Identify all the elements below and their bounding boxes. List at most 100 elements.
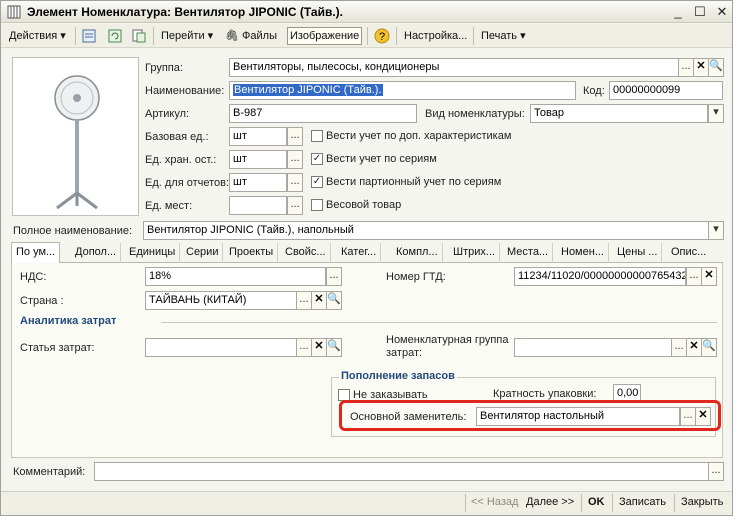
bottom-separator (674, 494, 675, 512)
cost-item-open-icon[interactable]: 🔍 (326, 338, 342, 357)
bottom-separator (612, 494, 613, 512)
back-button[interactable]: << Назад (471, 496, 518, 508)
base-unit-select-button[interactable]: ... (287, 127, 303, 146)
vat-label: НДС: (20, 271, 47, 283)
group-field[interactable]: Вентиляторы, пылесосы, кондиционеры (229, 58, 679, 77)
storage-unit-field[interactable]: шт (229, 150, 287, 169)
group-clear-icon[interactable]: ✕ (693, 58, 709, 77)
country-field[interactable]: ТАЙВАНЬ (КИТАЙ) (145, 291, 297, 310)
replacement-field[interactable]: Вентилятор настольный (476, 407, 680, 426)
tab-properties[interactable]: Свойс... (281, 243, 331, 263)
places-unit-field[interactable] (229, 196, 287, 215)
weight-checkbox[interactable] (311, 199, 323, 211)
nom-group-select-button[interactable]: ... (671, 338, 687, 357)
tab-barcodes[interactable]: Штрих... (449, 243, 501, 263)
full-name-dropdown-icon[interactable]: ▾ (708, 221, 724, 240)
name-label: Наименование: (145, 85, 225, 97)
tab-default[interactable]: По ум... (11, 242, 61, 264)
base-unit-field[interactable]: шт (229, 127, 287, 146)
product-image[interactable] (12, 57, 139, 216)
paperclip-icon: 🖇 (225, 30, 239, 42)
country-label: Страна : (20, 295, 64, 307)
report-unit-label: Ед. для отчетов: (145, 177, 230, 189)
name-value: Вентилятор JIPONIC (Тайв.). (233, 84, 383, 96)
cost-item-select-button[interactable]: ... (296, 338, 312, 357)
nom-group-open-icon[interactable]: 🔍 (701, 338, 717, 357)
close-button[interactable]: Закрыть (681, 496, 723, 508)
maximize-icon[interactable]: ☐ (689, 3, 711, 21)
country-select-button[interactable]: ... (296, 291, 312, 310)
country-open-icon[interactable]: 🔍 (326, 291, 342, 310)
comment-select-button[interactable]: ... (708, 462, 724, 481)
extra-chars-checkbox[interactable] (311, 130, 323, 142)
article-label: Артикул: (145, 108, 190, 120)
gtd-field[interactable]: 11234/11020/00000000000765432 (514, 267, 686, 286)
minimize-icon[interactable]: _ (667, 3, 689, 21)
extra-chars-label: Вести учет по доп. характеристикам (326, 130, 512, 142)
storage-unit-select-button[interactable]: ... (287, 150, 303, 169)
goto-menu[interactable]: Перейти ▾ (159, 27, 215, 45)
comment-field[interactable] (94, 462, 709, 481)
group-label: Группа: (145, 62, 183, 74)
full-name-field[interactable]: Вентилятор JIPONIC (Тайв.), напольный (143, 221, 709, 240)
vat-field[interactable]: 18% (145, 267, 326, 286)
tab-prices[interactable]: Цены ... (613, 243, 663, 263)
cost-item-field[interactable] (145, 338, 297, 357)
tab-kits[interactable]: Компл... (392, 243, 443, 263)
kind-field[interactable]: Товар (530, 104, 708, 123)
kind-dropdown-icon[interactable]: ▾ (708, 104, 724, 123)
next-button[interactable]: Далее >> (526, 496, 574, 508)
close-icon[interactable]: ✕ (711, 3, 733, 21)
pack-label: Кратность упаковки: (493, 388, 597, 400)
group-open-icon[interactable]: 🔍 (708, 58, 724, 77)
group-select-button[interactable]: ... (678, 58, 694, 77)
vat-select-button[interactable]: ... (326, 267, 342, 286)
places-unit-label: Ед. мест: (145, 200, 193, 212)
ok-button[interactable]: OK (588, 496, 605, 508)
nom-group-clear-icon[interactable]: ✕ (686, 338, 702, 357)
save-button[interactable]: Записать (619, 496, 666, 508)
image-button[interactable]: Изображение (287, 27, 363, 45)
report-unit-select-button[interactable]: ... (287, 173, 303, 192)
help-icon[interactable]: ? (374, 28, 390, 44)
gtd-select-button[interactable]: ... (686, 267, 702, 286)
actions-menu[interactable]: Действия ▾ (7, 27, 68, 45)
tab-series[interactable]: Серии (182, 243, 224, 263)
name-field[interactable]: Вентилятор JIPONIC (Тайв.). (229, 81, 576, 100)
tab-places[interactable]: Места... (503, 243, 554, 263)
gtd-clear-icon[interactable]: ✕ (701, 267, 717, 286)
bottom-separator (465, 494, 466, 512)
replacement-label: Основной заменитель: (350, 411, 467, 423)
replacement-select-button[interactable]: ... (680, 407, 696, 426)
country-clear-icon[interactable]: ✕ (311, 291, 327, 310)
catalog-icon (7, 5, 21, 19)
report-unit-field[interactable]: шт (229, 173, 287, 192)
batch-series-checkbox[interactable]: ✓ (311, 176, 323, 188)
tab-description[interactable]: Опис... (667, 243, 710, 263)
cost-item-clear-icon[interactable]: ✕ (311, 338, 327, 357)
tab-nomenclature[interactable]: Номен... (557, 243, 609, 263)
title-bar: Элемент Номенклатура: Вентилятор JIPONIC… (1, 1, 732, 23)
article-field[interactable]: В-987 (229, 104, 417, 123)
replacement-clear-icon[interactable]: ✕ (695, 407, 711, 426)
tab-units[interactable]: Единицы (125, 243, 181, 263)
batch-series-label: Вести партионный учет по сериям (326, 176, 502, 188)
refresh-icon[interactable] (107, 28, 123, 44)
print-label: Печать (481, 30, 518, 42)
tab-categories[interactable]: Катег... (337, 243, 382, 263)
series-checkbox[interactable]: ✓ (311, 153, 323, 165)
code-field[interactable]: 00000000099 (609, 81, 723, 100)
settings-button[interactable]: Настройка... (402, 27, 469, 45)
tab-additional[interactable]: Допол... (71, 243, 122, 263)
toolbar-separator (75, 27, 76, 45)
files-button[interactable]: 🖇 Файлы (223, 27, 279, 45)
tab-projects[interactable]: Проекты (225, 243, 279, 263)
goto-label: Перейти (161, 30, 205, 42)
places-unit-select-button[interactable]: ... (287, 196, 303, 215)
list-icon[interactable] (81, 28, 97, 44)
copy-icon[interactable] (131, 28, 147, 44)
print-menu[interactable]: Печать ▾ (479, 27, 528, 45)
toolbar: Действия ▾ Перейти ▾ 🖇 Файлы Изображение… (1, 24, 732, 48)
storage-unit-label: Ед. хран. ост.: (145, 154, 217, 166)
nom-group-field[interactable] (514, 338, 672, 357)
